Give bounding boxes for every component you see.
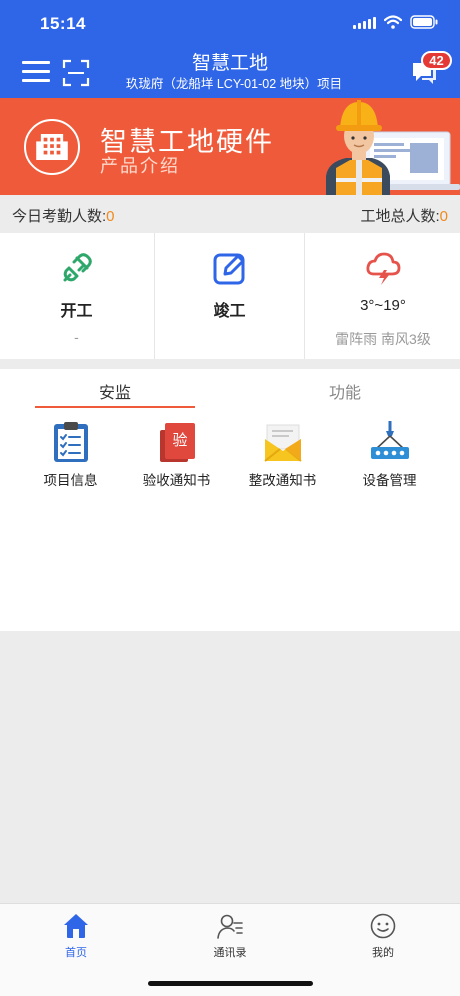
feature-panel: 安监 功能 项目信息 验 验收通知书 整改通知书 设备管理 — [0, 369, 460, 631]
app-header: 15:14 智慧工地 玖珑府（龙船垟 LCY-01-02 地块）项目 42 — [0, 0, 460, 98]
contacts-icon — [217, 914, 243, 939]
acceptance-icon: 验 — [159, 423, 195, 462]
total-workers: 工地总人数:0 — [360, 208, 448, 225]
message-badge: 42 — [421, 51, 452, 70]
hardware-banner[interactable]: 智慧工地硬件 产品介绍 — [0, 98, 460, 195]
nav-label: 我的 — [372, 947, 394, 959]
status-bar: 15:14 — [0, 0, 460, 48]
nav-item-home[interactable]: 首页 — [26, 912, 126, 960]
project-name[interactable]: 玖珑府（龙船垟 LCY-01-02 地块）项目 — [0, 73, 460, 92]
nav-label: 首页 — [65, 947, 87, 959]
svg-text:验: 验 — [172, 431, 187, 449]
page-title: 智慧工地 — [191, 53, 268, 74]
today-attendance: 今日考勤人数:0 — [12, 208, 115, 225]
status-icons — [353, 15, 438, 29]
tab-safety-supervision[interactable]: 安监 — [35, 379, 195, 403]
construction-worker-illustration — [326, 100, 460, 195]
nav-label: 通讯录 — [213, 947, 247, 959]
clipboard-icon — [53, 422, 88, 462]
weather-description: 雷阵雨 南风3级 — [335, 331, 431, 347]
status-start-work[interactable]: 开工 - — [0, 233, 153, 359]
nav-item-contacts[interactable]: 通讯录 — [180, 912, 280, 960]
grid-item-label: 验收通知书 — [142, 473, 211, 488]
envelope-icon — [263, 424, 302, 462]
home-indicator — [148, 981, 313, 986]
plug-icon — [63, 253, 92, 282]
grid-item-acceptance-notice[interactable]: 验 验收通知书 — [119, 421, 234, 491]
thunderstorm-icon — [366, 252, 401, 285]
crane-icon — [370, 421, 409, 459]
status-sub: - — [74, 329, 79, 345]
grid-item-rectification-notice[interactable]: 整改通知书 — [225, 421, 340, 491]
status-time: 15:14 — [40, 14, 86, 33]
grid-item-label: 设备管理 — [362, 473, 417, 488]
smile-icon — [370, 913, 396, 939]
grid-item-label: 整改通知书 — [248, 473, 317, 488]
status-label: 竣工 — [213, 303, 246, 320]
building-icon — [24, 119, 80, 175]
signal-icon — [353, 15, 376, 29]
edit-icon — [213, 253, 244, 285]
grid-item-project-info[interactable]: 项目信息 — [13, 421, 128, 491]
temperature-range: 3°~19° — [360, 297, 406, 314]
nav-item-profile[interactable]: 我的 — [333, 912, 433, 960]
attendance-summary: 今日考勤人数:0 工地总人数:0 — [0, 195, 460, 233]
banner-subtitle: 产品介绍 — [100, 156, 180, 176]
wifi-icon — [384, 15, 402, 29]
grid-item-label: 项目信息 — [43, 473, 98, 488]
project-status-panel: 开工 - 竣工 3°~19° 雷阵雨 南风3级 — [0, 233, 460, 359]
active-tab-indicator — [35, 406, 195, 408]
status-weather[interactable]: 3°~19° 雷阵雨 南风3级 — [306, 233, 460, 359]
status-label: 开工 — [60, 303, 93, 320]
status-completion[interactable]: 竣工 — [154, 233, 305, 359]
battery-icon — [410, 15, 438, 29]
home-icon — [64, 914, 88, 938]
grid-item-equipment-management[interactable]: 设备管理 — [332, 421, 447, 491]
tab-functions[interactable]: 功能 — [265, 379, 425, 403]
